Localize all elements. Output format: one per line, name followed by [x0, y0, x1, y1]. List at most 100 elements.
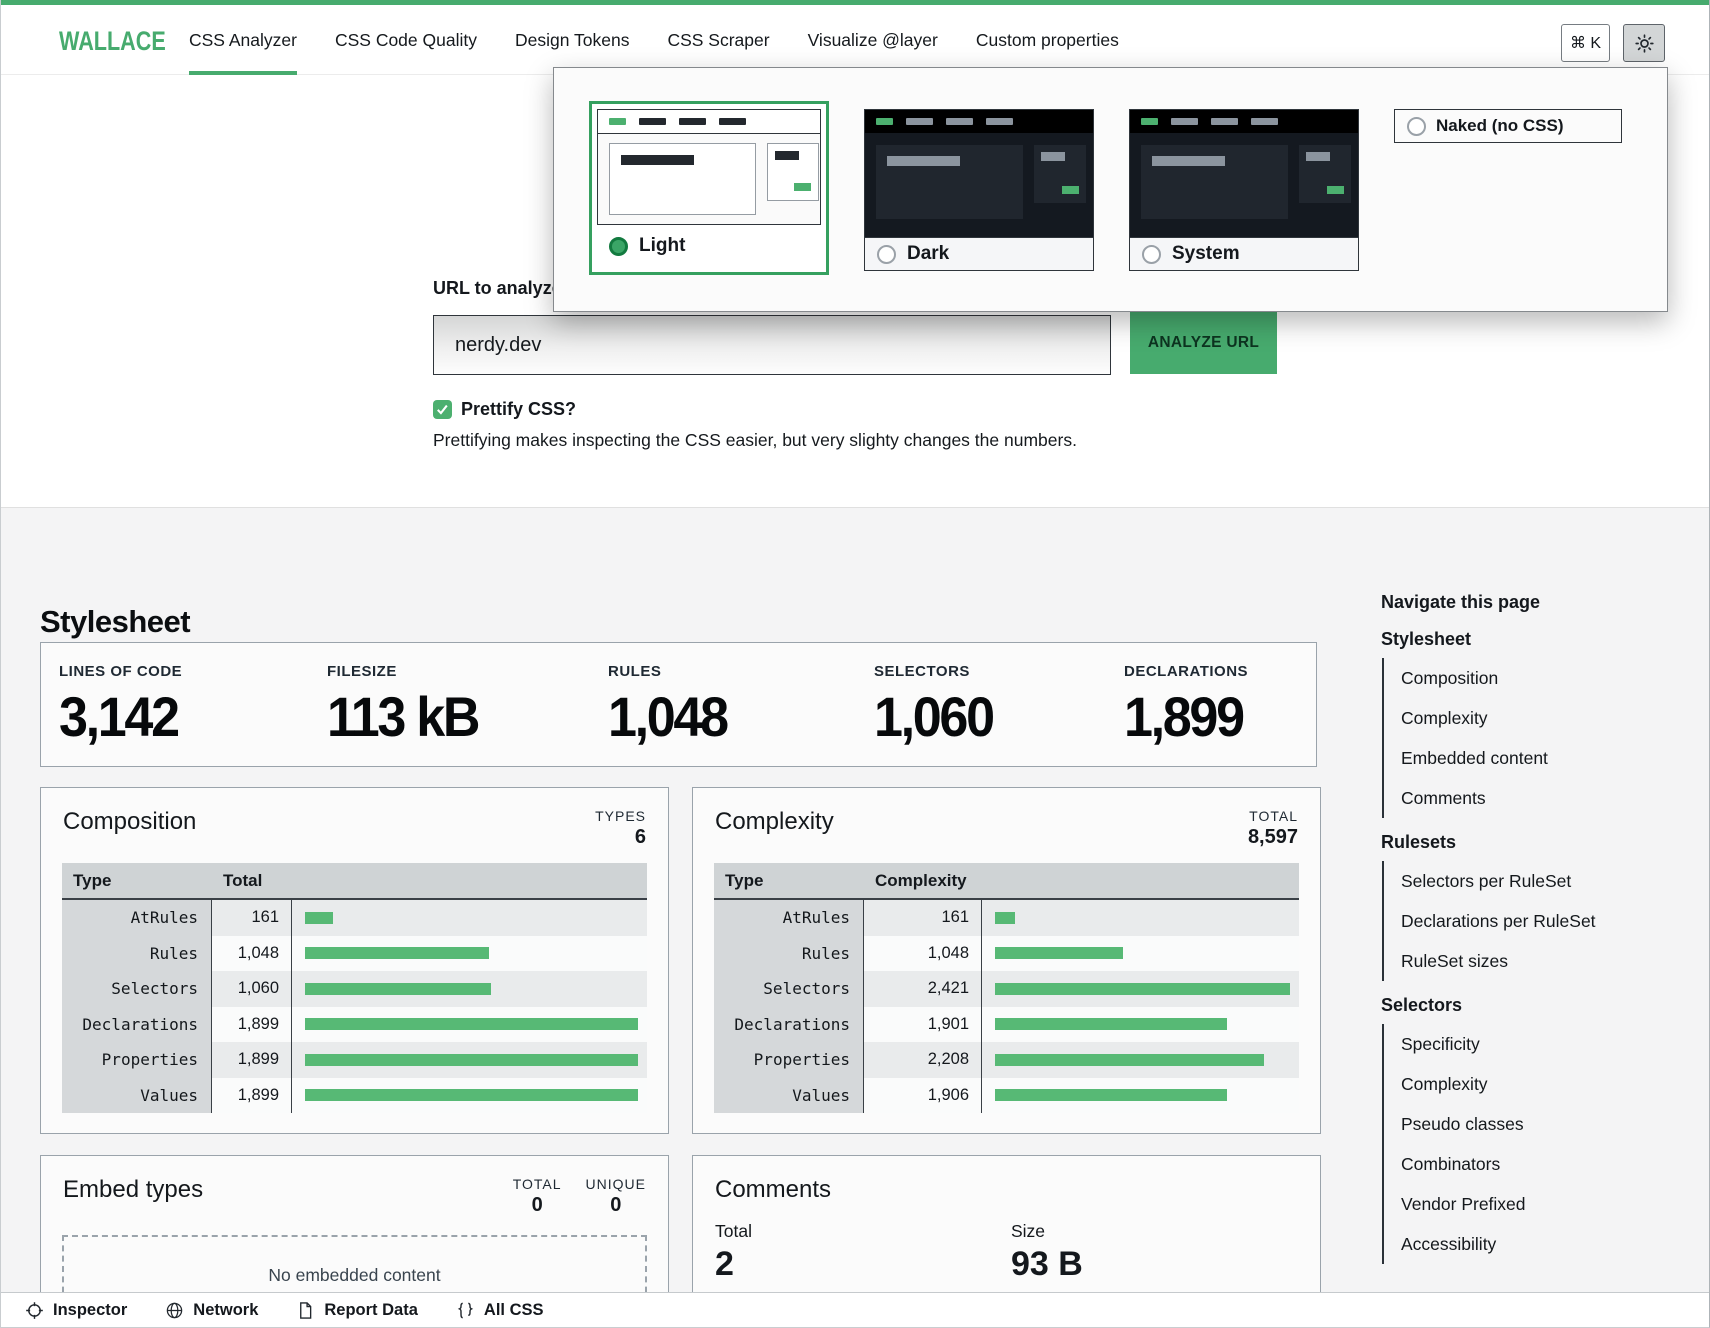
row-value-cell: 161 [212, 900, 292, 936]
main-nav: CSS Analyzer CSS Code Quality Design Token… [189, 5, 1119, 75]
bottom-tab-inspector[interactable]: Inspector [25, 1301, 127, 1320]
row-type-cell: Rules [62, 936, 212, 972]
page-nav-link-complexity[interactable]: Complexity [1401, 1064, 1671, 1104]
page-nav-heading-rulesets[interactable]: Rulesets [1381, 832, 1671, 853]
row-bar-cell [292, 1042, 647, 1078]
tab-design-tokens[interactable]: Design Tokens [515, 5, 629, 75]
row-bar-cell [982, 900, 1299, 936]
value-bar [995, 947, 1123, 959]
thumbnail-text-bar [621, 155, 694, 165]
page-nav-link-ruleset-sizes[interactable]: RuleSet sizes [1401, 941, 1671, 981]
theme-option-system[interactable]: System [1129, 109, 1359, 271]
page-nav-link-embedded-content[interactable]: Embedded content [1401, 738, 1671, 778]
row-bar-cell [982, 1078, 1299, 1114]
thumbnail-side-box [1034, 145, 1086, 203]
table-row-atrules: AtRules161 [62, 900, 647, 936]
row-type-cell: Values [714, 1078, 864, 1114]
bottom-tab-report-data[interactable]: Report Data [296, 1301, 418, 1320]
theme-option-naked-no-css[interactable]: Naked (no CSS) [1394, 109, 1622, 143]
thumbnail-nav-chip [986, 118, 1013, 125]
meta-label: UNIQUE [586, 1176, 646, 1192]
thumbnail-logo-chip [1141, 118, 1158, 125]
stat-value: 1,899 [1124, 684, 1243, 749]
bottom-toolbar: Inspector Network Report Data All CSS [1, 1292, 1709, 1328]
thumbnail-text-bar [1152, 156, 1225, 166]
page-nav-link-pseudo-classes[interactable]: Pseudo classes [1401, 1104, 1671, 1144]
page-nav-link-selectors-per-ruleset[interactable]: Selectors per RuleSet [1401, 861, 1671, 901]
row-bar-cell [982, 1007, 1299, 1043]
value-bar [995, 912, 1015, 924]
page-nav-link-accessibility[interactable]: Accessibility [1401, 1224, 1671, 1264]
bottom-tab-label: Inspector [53, 1301, 127, 1320]
page-title: Stylesheet [40, 604, 190, 640]
analyze-url-button[interactable]: ANALYZE URL [1130, 311, 1277, 374]
tab-css-analyzer[interactable]: CSS Analyzer [189, 5, 297, 75]
sun-icon [1634, 33, 1655, 54]
page-navigation-sidebar: Navigate this page StylesheetComposition… [1381, 592, 1671, 1270]
row-bar-cell [982, 971, 1299, 1007]
tab-css-scraper[interactable]: CSS Scraper [667, 5, 769, 75]
table-header-row: TypeTotal [62, 863, 647, 900]
row-value-cell: 1,901 [864, 1007, 982, 1043]
url-input[interactable] [433, 315, 1111, 375]
stylesheet-stats-panel: LINES OF CODE3,142FILESIZE113 kBRULES1,0… [40, 642, 1317, 767]
table-row-properties: Properties2,208 [714, 1042, 1299, 1078]
theme-toggle-button[interactable] [1623, 24, 1665, 62]
thumbnail-side-chip [1041, 152, 1065, 161]
table-row-selectors: Selectors1,060 [62, 971, 647, 1007]
stat-filesize: FILESIZE113 kB [327, 663, 490, 749]
page-nav-link-specificity[interactable]: Specificity [1401, 1024, 1671, 1064]
table-row-atrules: AtRules161 [714, 900, 1299, 936]
theme-option-label: System [1172, 243, 1240, 265]
theme-option-dark[interactable]: Dark [864, 109, 1094, 271]
table-row-rules: Rules1,048 [62, 936, 647, 972]
bottom-tab-network[interactable]: Network [165, 1301, 258, 1320]
total-value: 8,597 [1248, 826, 1298, 849]
comments-size: Size93 B [1011, 1221, 1083, 1284]
row-type-cell: Properties [714, 1042, 864, 1078]
theme-option-label: Naked (no CSS) [1436, 116, 1564, 136]
meta-value: 0 [586, 1194, 646, 1217]
page-nav-link-vendor-prefixed[interactable]: Vendor Prefixed [1401, 1184, 1671, 1224]
page-nav-link-composition[interactable]: Composition [1401, 658, 1671, 698]
thumbnail-side-box [767, 143, 819, 201]
theme-option-light[interactable]: Light [589, 101, 829, 275]
bottom-tab-label: Network [193, 1301, 258, 1320]
complexity-total-meta: TOTAL 8,597 [1248, 808, 1298, 849]
row-value-cell: 1,048 [864, 936, 982, 972]
value-bar [305, 1089, 638, 1101]
comments-total: Total2 [715, 1221, 752, 1284]
page-nav-link-declarations-per-ruleset[interactable]: Declarations per RuleSet [1401, 901, 1671, 941]
column-header-type: Type [714, 863, 864, 898]
row-value-cell: 161 [864, 900, 982, 936]
stat-label: RULES [608, 663, 736, 680]
field-value: 2 [715, 1245, 752, 1284]
url-field-label: URL to analyze [433, 278, 562, 299]
page-nav-link-complexity[interactable]: Complexity [1401, 698, 1671, 738]
tab-custom-properties[interactable]: Custom properties [976, 5, 1119, 75]
complexity-card: Complexity TOTAL 8,597 TypeComplexityAtR… [692, 787, 1321, 1134]
embed-totals: TOTAL0UNIQUE0 [513, 1176, 646, 1217]
prettify-checkbox[interactable] [433, 400, 452, 419]
command-k-shortcut-button[interactable]: ⌘ K [1561, 24, 1610, 62]
page-nav-heading-stylesheet[interactable]: Stylesheet [1381, 629, 1671, 650]
row-bar-cell [292, 1007, 647, 1043]
thumbnail-logo-chip [876, 118, 893, 125]
thumbnail-main-box [876, 145, 1023, 219]
stat-selectors: SELECTORS1,060 [874, 663, 1002, 749]
theme-option-row: System [1130, 237, 1358, 270]
column-header-complexity: Complexity [864, 863, 982, 898]
tab-visualize-layer[interactable]: Visualize @layer [808, 5, 938, 75]
page-nav-link-combinators[interactable]: Combinators [1401, 1144, 1671, 1184]
value-bar [995, 1089, 1227, 1101]
complexity-table: TypeComplexityAtRules161Rules1,048Select… [714, 863, 1299, 1113]
bottom-tab-label: Report Data [324, 1301, 418, 1320]
thumbnail-navbar [598, 110, 820, 134]
bottom-tab-all-css[interactable]: All CSS [456, 1301, 544, 1320]
page-nav-heading-selectors[interactable]: Selectors [1381, 995, 1671, 1016]
stat-value: 113 kB [327, 684, 478, 749]
value-bar [305, 1018, 638, 1030]
page-nav-link-comments[interactable]: Comments [1401, 778, 1671, 818]
all-css-icon [456, 1301, 475, 1320]
tab-css-code-quality[interactable]: CSS Code Quality [335, 5, 477, 75]
